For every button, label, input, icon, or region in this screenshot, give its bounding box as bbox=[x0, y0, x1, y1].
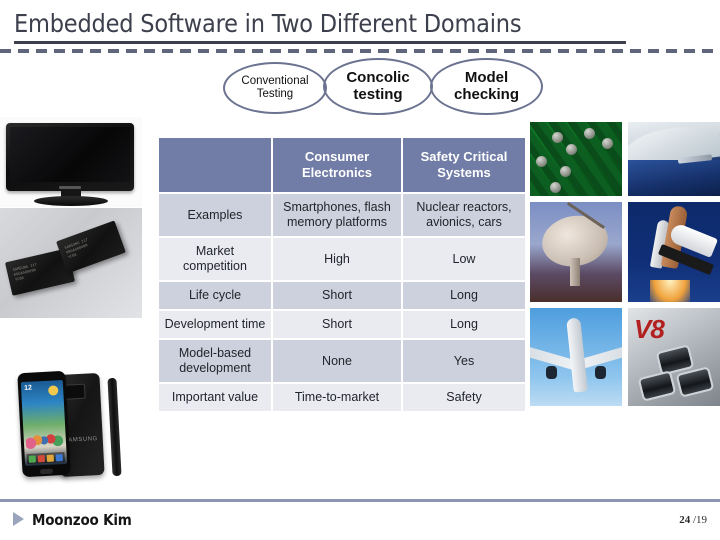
dock-icon-apps bbox=[55, 453, 63, 461]
airplane-engine bbox=[595, 366, 606, 379]
engine-cylinder bbox=[637, 370, 677, 402]
phone-side-profile bbox=[107, 377, 122, 477]
car-image bbox=[628, 122, 720, 196]
row-label-market-competition: Market competition bbox=[159, 238, 271, 280]
tv-logo bbox=[59, 186, 81, 189]
ellipse-conventional-label: Conventional Testing bbox=[241, 75, 309, 100]
chip-marking: SAMSUNG 217 K9GAG08U0M YCB0 bbox=[12, 262, 38, 282]
dock-icon-phone bbox=[28, 454, 36, 463]
tv-base bbox=[34, 196, 108, 206]
pcb-pad bbox=[536, 156, 547, 167]
domain-comparison-table: Consumer Electronics Safety Critical Syste… bbox=[157, 136, 527, 413]
row-label-important-value: Important value bbox=[159, 384, 271, 411]
footer-divider bbox=[0, 499, 720, 502]
car-hood bbox=[628, 160, 720, 196]
ellipse-concolic-testing[interactable]: Concolic testing bbox=[323, 58, 433, 115]
tv-screen bbox=[10, 127, 130, 182]
row-label-examples: Examples bbox=[159, 194, 271, 236]
page-number-current: 24 bbox=[679, 514, 691, 526]
footer-author: Moonzoo Kim bbox=[32, 511, 132, 529]
table-row: Market competition High Low bbox=[159, 238, 525, 280]
dish-mast bbox=[570, 258, 580, 286]
pcb-pad bbox=[560, 166, 571, 177]
phone-weather-widget: 12 bbox=[23, 384, 33, 392]
pcb-pad bbox=[550, 182, 561, 193]
cell-mbd-safety: Yes bbox=[403, 340, 525, 382]
table-row: Important value Time-to-market Safety bbox=[159, 384, 525, 411]
space-shuttle-image bbox=[628, 202, 720, 302]
table-row: Examples Smartphones, flash memory platf… bbox=[159, 194, 525, 236]
pcb-pad bbox=[602, 138, 613, 149]
ellipse-model-label: Model checking bbox=[453, 68, 520, 103]
television-image bbox=[0, 117, 142, 207]
pcb-pad bbox=[566, 144, 577, 155]
satellite-dish-image bbox=[530, 202, 622, 302]
cell-examples-consumer: Smartphones, flash memory platforms bbox=[273, 194, 401, 236]
sun-icon bbox=[48, 385, 59, 396]
smartphones-image: SAMSUNG 12 bbox=[0, 360, 142, 492]
rocket-flame bbox=[650, 280, 690, 302]
cell-important-safety: Safety bbox=[403, 384, 525, 411]
wallpaper-people bbox=[24, 422, 65, 452]
cell-important-consumer: Time-to-market bbox=[273, 384, 401, 411]
phone-dock bbox=[26, 451, 66, 464]
pcb-pad bbox=[552, 132, 563, 143]
ellipse-concolic-label: Concolic testing bbox=[346, 68, 410, 103]
airplane-engine bbox=[546, 366, 557, 379]
cell-market-consumer: High bbox=[273, 238, 401, 280]
title-dashed-divider bbox=[0, 49, 720, 53]
table-row: Model-based development None Yes bbox=[159, 340, 525, 382]
v8-label: V8 bbox=[634, 314, 665, 344]
phone-screen: 12 bbox=[20, 379, 68, 467]
phone-front: 12 bbox=[17, 370, 71, 478]
cell-examples-safety: Nuclear reactors, avionics, cars bbox=[403, 194, 525, 236]
cell-lifecycle-safety: Long bbox=[403, 282, 525, 309]
table-header-row: Consumer Electronics Safety Critical Syste… bbox=[159, 138, 525, 192]
cell-market-safety: Low bbox=[403, 238, 525, 280]
engine-image: V8 bbox=[628, 308, 720, 406]
tv-body bbox=[6, 123, 134, 191]
engine-cylinder bbox=[675, 366, 715, 398]
row-label-development-time: Development time bbox=[159, 311, 271, 338]
ellipse-conventional-testing[interactable]: Conventional Testing bbox=[223, 62, 327, 114]
triangle-bullet-icon bbox=[13, 512, 24, 526]
flash-memory-chips-image: SAMSUNG 217 K9GAG08U0M YCB0 SAMSUNG 217 K9G… bbox=[0, 208, 142, 318]
row-label-life-cycle: Life cycle bbox=[159, 282, 271, 309]
page-number: 24 /19 bbox=[679, 514, 707, 526]
cell-mbd-consumer: None bbox=[273, 340, 401, 382]
dock-icon-messages bbox=[46, 454, 54, 462]
cell-devtime-safety: Long bbox=[403, 311, 525, 338]
table-header-safety-critical-systems: Safety Critical Systems bbox=[403, 138, 525, 192]
phone-home-button bbox=[39, 468, 54, 475]
right-photo-grid: V8 bbox=[530, 122, 720, 462]
pcb-pad bbox=[584, 128, 595, 139]
row-label-model-based-development: Model-based development bbox=[159, 340, 271, 382]
dock-icon-contacts bbox=[37, 454, 45, 462]
ellipse-model-checking[interactable]: Model checking bbox=[430, 58, 543, 115]
cell-lifecycle-consumer: Short bbox=[273, 282, 401, 309]
table-row: Life cycle Short Long bbox=[159, 282, 525, 309]
chip-marking: SAMSUNG 217 K9GAG08U0M YCB0 bbox=[64, 237, 89, 260]
airplane-image bbox=[530, 308, 622, 406]
title-underline bbox=[14, 41, 626, 44]
page-number-total: 19 bbox=[696, 514, 707, 526]
table-header-consumer-electronics: Consumer Electronics bbox=[273, 138, 401, 192]
table-row: Development time Short Long bbox=[159, 311, 525, 338]
airplane-fuselage bbox=[566, 317, 588, 393]
memory-chip: SAMSUNG 217 K9GAG08U0M YCB0 bbox=[56, 220, 126, 274]
circuit-board-image bbox=[530, 122, 622, 196]
table-header-blank bbox=[159, 138, 271, 192]
cell-devtime-consumer: Short bbox=[273, 311, 401, 338]
phone-camera bbox=[64, 383, 86, 400]
page-title: Embedded Software in Two Different Domai… bbox=[14, 9, 522, 38]
